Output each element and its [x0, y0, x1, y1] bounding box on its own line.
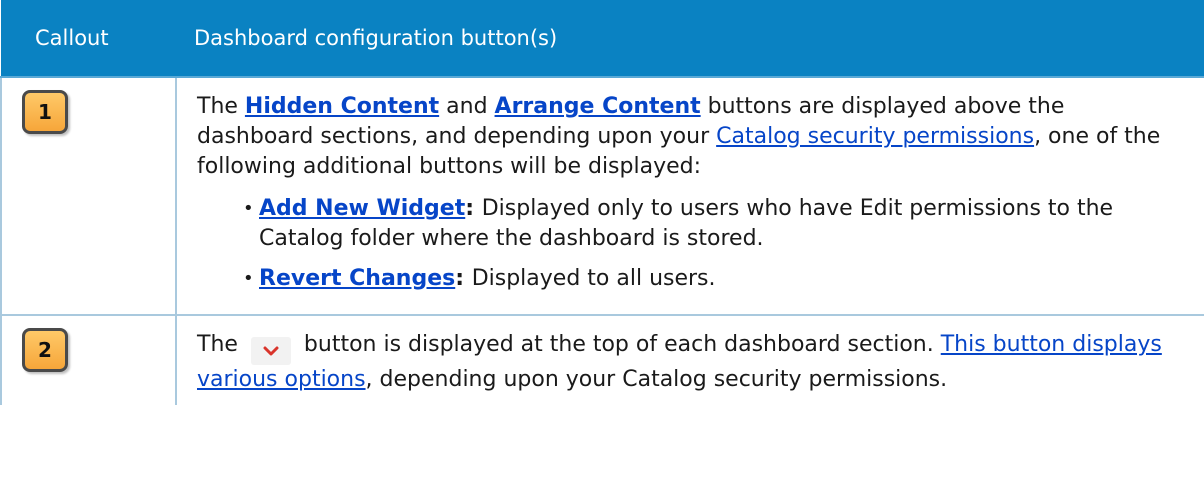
button-list: Add New Widget: Displayed only to users … — [197, 194, 1185, 294]
separator: : — [465, 196, 482, 221]
list-item: Revert Changes: Displayed to all users. — [243, 264, 1185, 294]
hidden-content-link[interactable]: Hidden Content — [245, 94, 439, 119]
header-row: Callout Dashboard configuration button(s… — [1, 0, 1204, 78]
table-row: 2 The button is displayed at the top of … — [0, 315, 1204, 405]
callout-badge-1: 1 — [22, 90, 68, 134]
list-item: Add New Widget: Displayed only to users … — [243, 194, 1185, 254]
bullet-text: Displayed to all users. — [471, 266, 716, 291]
header-callout: Callout — [1, 0, 176, 78]
catalog-security-permissions-link[interactable]: Catalog security permissions — [716, 124, 1034, 149]
text: The — [197, 94, 245, 119]
text: button is displayed at the top of each d… — [296, 332, 941, 357]
row1-paragraph: The Hidden Content and Arrange Content b… — [197, 92, 1185, 182]
text: , depending upon your Catalog security p… — [365, 367, 948, 392]
table-row: 1 The Hidden Content and Arrange Content… — [0, 77, 1204, 316]
chevron-down-icon — [250, 337, 291, 365]
callout-cell: 1 — [0, 77, 177, 316]
text: and — [439, 94, 495, 119]
description-cell: The button is displayed at the top of ea… — [176, 315, 1204, 405]
revert-changes-link[interactable]: Revert Changes — [259, 266, 455, 291]
callout-badge-2: 2 — [22, 328, 68, 372]
callout-table: Callout Dashboard configuration button(s… — [0, 0, 1204, 405]
text: The — [197, 332, 245, 357]
header-description: Dashboard configuration button(s) — [176, 0, 1204, 78]
separator: : — [455, 266, 472, 291]
callout-cell: 2 — [0, 315, 177, 405]
description-cell: The Hidden Content and Arrange Content b… — [176, 77, 1204, 316]
add-new-widget-link[interactable]: Add New Widget — [259, 196, 465, 221]
arrange-content-link[interactable]: Arrange Content — [495, 94, 701, 119]
